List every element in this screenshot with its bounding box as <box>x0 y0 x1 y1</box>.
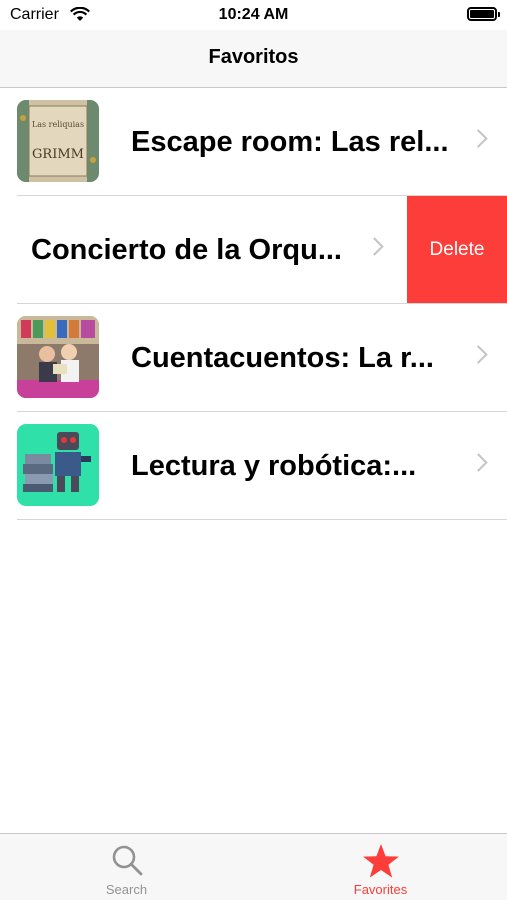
tab-favorites-label: Favorites <box>353 882 408 897</box>
book-subtitle-text: Las reliquias <box>32 120 84 129</box>
favorites-list: Las reliquias GRIMM Escape room: Las rel… <box>0 88 507 520</box>
tab-search[interactable]: Search <box>0 834 253 900</box>
favorite-title: Lectura y robótica:... <box>131 450 417 482</box>
cuentacuentos-thumbnail <box>17 316 99 398</box>
favorite-row-lectura[interactable]: Lectura y robótica:... <box>0 412 507 520</box>
favorite-row-content[interactable]: Concierto de la Orqu... <box>0 196 407 304</box>
search-icon <box>112 845 142 876</box>
chevron-right-icon <box>469 345 488 364</box>
tab-bar: Search Favorites <box>0 833 507 900</box>
favorite-row-escape-room[interactable]: Las reliquias GRIMM Escape room: Las rel… <box>0 88 507 196</box>
book-title-text: GRIMM <box>32 147 84 162</box>
navigation-bar: Favoritos <box>0 30 507 88</box>
chevron-right-icon <box>469 129 488 148</box>
page-title: Favoritos <box>208 46 299 68</box>
status-time: 10:24 AM <box>218 6 289 23</box>
battery-icon <box>467 7 500 21</box>
chevron-right-icon <box>365 237 384 256</box>
favorite-title: Cuentacuentos: La r... <box>131 342 434 374</box>
status-bar: Carrier 10:24 AM <box>0 0 507 30</box>
row-separator <box>17 519 507 520</box>
favorite-title: Escape room: Las rel... <box>131 126 449 158</box>
lectura-robotica-thumbnail <box>17 424 99 506</box>
chevron-right-icon <box>469 453 488 472</box>
favorite-title: Concierto de la Orqu... <box>31 234 342 266</box>
favorite-row-cuentacuentos[interactable]: Cuentacuentos: La r... <box>0 304 507 412</box>
star-icon <box>362 844 399 878</box>
tab-search-label: Search <box>105 882 148 897</box>
escape-room-thumbnail: Las reliquias GRIMM <box>17 100 99 182</box>
favorite-row-concierto[interactable]: Concierto de la Orqu... Delete <box>0 196 507 304</box>
delete-button[interactable]: Delete <box>407 196 507 304</box>
tab-favorites[interactable]: Favorites <box>254 834 507 900</box>
